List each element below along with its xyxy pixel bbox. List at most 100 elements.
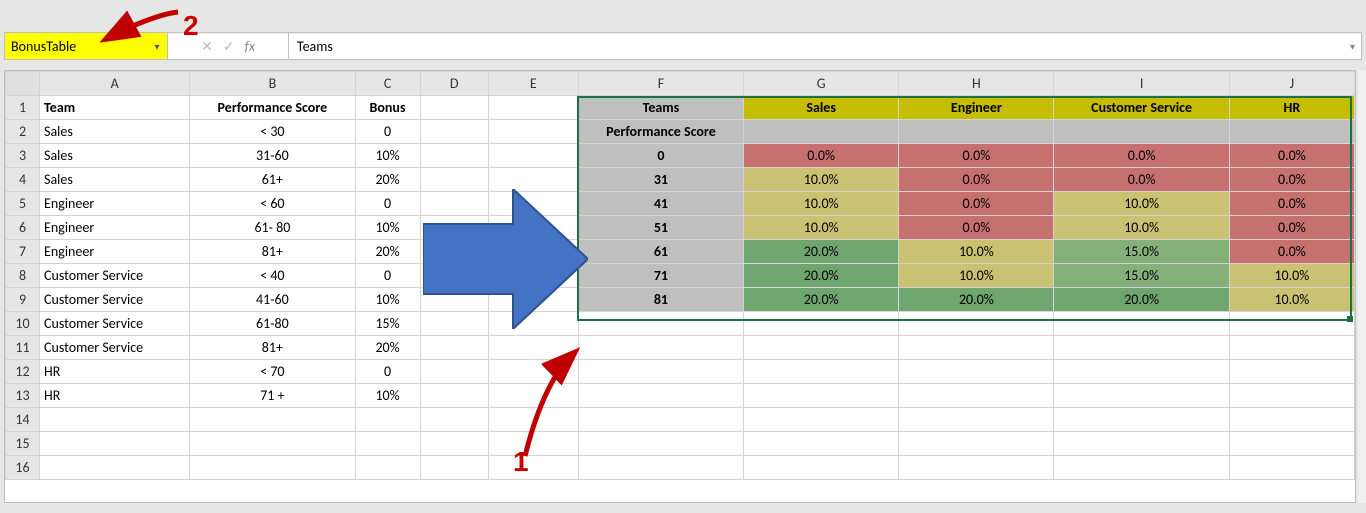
- cell-F14[interactable]: [578, 408, 743, 432]
- cell-J4[interactable]: 0.0%: [1229, 168, 1354, 192]
- row-header-1[interactable]: 1: [6, 96, 40, 120]
- cell-F12[interactable]: [578, 360, 743, 384]
- cell-F4[interactable]: 31: [578, 168, 743, 192]
- cell-F2[interactable]: Performance Score: [578, 120, 743, 144]
- cell-F16[interactable]: [578, 456, 743, 480]
- cell-C6[interactable]: 10%: [355, 216, 420, 240]
- cell-D7[interactable]: [420, 240, 488, 264]
- cell-I1[interactable]: Customer Service: [1054, 96, 1229, 120]
- column-header-J[interactable]: J: [1229, 72, 1354, 96]
- cell-A4[interactable]: Sales: [40, 168, 190, 192]
- cell-E12[interactable]: [488, 360, 578, 384]
- cell-J1[interactable]: HR: [1229, 96, 1354, 120]
- cell-D16[interactable]: [420, 456, 488, 480]
- cell-C16[interactable]: [355, 456, 420, 480]
- cell-I6[interactable]: 10.0%: [1054, 216, 1229, 240]
- cell-B14[interactable]: [190, 408, 355, 432]
- cell-I8[interactable]: 15.0%: [1054, 264, 1229, 288]
- cell-C13[interactable]: 10%: [355, 384, 420, 408]
- cell-J14[interactable]: [1229, 408, 1354, 432]
- cell-B11[interactable]: 81+: [190, 336, 355, 360]
- cell-J15[interactable]: [1229, 432, 1354, 456]
- row-header-5[interactable]: 5: [6, 192, 40, 216]
- cell-C10[interactable]: 15%: [355, 312, 420, 336]
- cell-D5[interactable]: [420, 192, 488, 216]
- cell-G12[interactable]: [744, 360, 899, 384]
- cell-I10[interactable]: [1054, 312, 1229, 336]
- cell-H9[interactable]: 20.0%: [899, 288, 1054, 312]
- cell-C1[interactable]: Bonus: [355, 96, 420, 120]
- cell-H15[interactable]: [899, 432, 1054, 456]
- cell-B15[interactable]: [190, 432, 355, 456]
- cell-G11[interactable]: [744, 336, 899, 360]
- cell-B2[interactable]: < 30: [190, 120, 355, 144]
- cell-A1[interactable]: Team: [40, 96, 190, 120]
- row-header-11[interactable]: 11: [6, 336, 40, 360]
- cell-B10[interactable]: 61-80: [190, 312, 355, 336]
- cell-D6[interactable]: [420, 216, 488, 240]
- cell-J5[interactable]: 0.0%: [1229, 192, 1354, 216]
- cell-I16[interactable]: [1054, 456, 1229, 480]
- cell-I9[interactable]: 20.0%: [1054, 288, 1229, 312]
- cell-I13[interactable]: [1054, 384, 1229, 408]
- cell-B12[interactable]: < 70: [190, 360, 355, 384]
- cell-I7[interactable]: 15.0%: [1054, 240, 1229, 264]
- row-header-8[interactable]: 8: [6, 264, 40, 288]
- row-header-2[interactable]: 2: [6, 120, 40, 144]
- cell-H14[interactable]: [899, 408, 1054, 432]
- column-header-C[interactable]: C: [355, 72, 420, 96]
- cell-D13[interactable]: [420, 384, 488, 408]
- row-header-6[interactable]: 6: [6, 216, 40, 240]
- cell-G10[interactable]: [744, 312, 899, 336]
- row-header-7[interactable]: 7: [6, 240, 40, 264]
- cell-B4[interactable]: 61+: [190, 168, 355, 192]
- cell-A14[interactable]: [40, 408, 190, 432]
- cell-J10[interactable]: [1229, 312, 1354, 336]
- select-all-corner[interactable]: [6, 72, 40, 96]
- cell-G3[interactable]: 0.0%: [744, 144, 899, 168]
- cell-G15[interactable]: [744, 432, 899, 456]
- cell-C15[interactable]: [355, 432, 420, 456]
- cell-A15[interactable]: [40, 432, 190, 456]
- cell-H10[interactable]: [899, 312, 1054, 336]
- cell-C5[interactable]: 0: [355, 192, 420, 216]
- cell-F15[interactable]: [578, 432, 743, 456]
- cell-G6[interactable]: 10.0%: [744, 216, 899, 240]
- cell-C4[interactable]: 20%: [355, 168, 420, 192]
- cell-B5[interactable]: < 60: [190, 192, 355, 216]
- cell-D2[interactable]: [420, 120, 488, 144]
- enter-icon[interactable]: ✓: [223, 38, 235, 55]
- column-header-D[interactable]: D: [420, 72, 488, 96]
- column-header-B[interactable]: B: [190, 72, 355, 96]
- cell-I3[interactable]: 0.0%: [1054, 144, 1229, 168]
- formula-expand-icon[interactable]: ▾: [1350, 40, 1355, 53]
- cell-I11[interactable]: [1054, 336, 1229, 360]
- row-header-12[interactable]: 12: [6, 360, 40, 384]
- cell-A9[interactable]: Customer Service: [40, 288, 190, 312]
- row-header-3[interactable]: 3: [6, 144, 40, 168]
- cell-G13[interactable]: [744, 384, 899, 408]
- cell-G5[interactable]: 10.0%: [744, 192, 899, 216]
- cell-F5[interactable]: 41: [578, 192, 743, 216]
- cell-J9[interactable]: 10.0%: [1229, 288, 1354, 312]
- cell-J6[interactable]: 0.0%: [1229, 216, 1354, 240]
- cell-J12[interactable]: [1229, 360, 1354, 384]
- row-header-16[interactable]: 16: [6, 456, 40, 480]
- cell-A6[interactable]: Engineer: [40, 216, 190, 240]
- cell-J3[interactable]: 0.0%: [1229, 144, 1354, 168]
- cell-E13[interactable]: [488, 384, 578, 408]
- cell-E11[interactable]: [488, 336, 578, 360]
- cell-H12[interactable]: [899, 360, 1054, 384]
- cell-J8[interactable]: 10.0%: [1229, 264, 1354, 288]
- cell-B8[interactable]: < 40: [190, 264, 355, 288]
- cell-E9[interactable]: [488, 288, 578, 312]
- cell-E4[interactable]: [488, 168, 578, 192]
- cell-B9[interactable]: 41-60: [190, 288, 355, 312]
- cell-E16[interactable]: [488, 456, 578, 480]
- cell-I5[interactable]: 10.0%: [1054, 192, 1229, 216]
- cell-C11[interactable]: 20%: [355, 336, 420, 360]
- column-header-F[interactable]: F: [578, 72, 743, 96]
- cell-D10[interactable]: [420, 312, 488, 336]
- cell-C3[interactable]: 10%: [355, 144, 420, 168]
- name-box-dropdown-icon[interactable]: ▾: [151, 40, 163, 52]
